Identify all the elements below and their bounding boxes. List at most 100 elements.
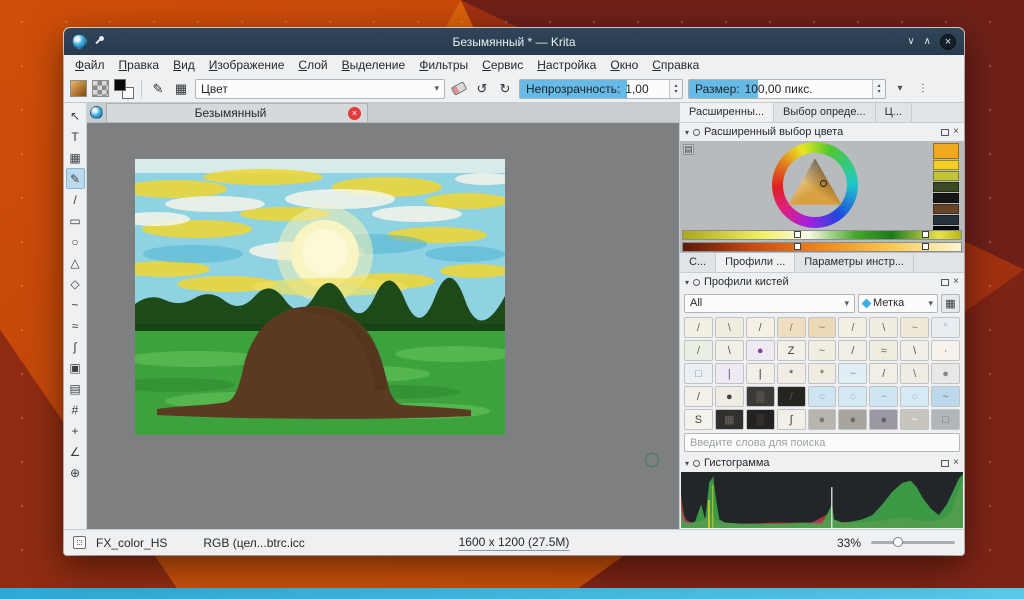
- brush-preset-44[interactable]: □: [931, 409, 960, 430]
- blending-mode-dropdown[interactable]: Цвет ▾: [195, 78, 445, 99]
- text-tool[interactable]: T: [66, 126, 85, 147]
- brush-preset-3[interactable]: /: [776, 317, 806, 338]
- brush-preset-17[interactable]: ·: [931, 340, 960, 361]
- brush-preset-39[interactable]: ∫: [776, 409, 806, 430]
- brush-preset-6[interactable]: \: [869, 317, 899, 338]
- brush-preset-1[interactable]: \: [714, 317, 744, 338]
- opacity-slider[interactable]: Непрозрачность: 1,00 ▴ ▾: [519, 78, 683, 99]
- menu-item-7[interactable]: Сервис: [475, 55, 530, 75]
- line-tool[interactable]: /: [66, 189, 85, 210]
- size-spinner[interactable]: ▴ ▾: [872, 79, 885, 98]
- brush-preset-27[interactable]: /: [684, 386, 713, 407]
- menu-item-9[interactable]: Окно: [603, 55, 645, 75]
- menu-item-3[interactable]: Изображение: [202, 55, 292, 75]
- spin-down-icon[interactable]: ▾: [674, 89, 677, 95]
- polyline-tool[interactable]: ◇: [66, 273, 85, 294]
- shade-gradient-bar-1[interactable]: [682, 230, 962, 240]
- float-docker-icon[interactable]: [941, 128, 950, 136]
- docker-mid-tab-0[interactable]: С...: [680, 253, 717, 272]
- color-picker-tool[interactable]: ⊕: [66, 462, 85, 483]
- brush-preset-21[interactable]: *: [776, 363, 806, 384]
- close-window-button[interactable]: ×: [940, 33, 956, 50]
- brush-preset-37[interactable]: ▦: [714, 409, 744, 430]
- krita-app-icon[interactable]: [72, 34, 87, 49]
- brush-preset-12[interactable]: Z: [776, 340, 806, 361]
- brush-preset-42[interactable]: ●: [869, 409, 899, 430]
- docker-top-tab-0[interactable]: Расширенны...: [680, 103, 775, 122]
- move-tool[interactable]: +: [66, 420, 85, 441]
- histogram-docker-header[interactable]: ▾ Гистограмма ×: [680, 454, 964, 472]
- brush-preset-16[interactable]: \: [900, 340, 930, 361]
- brush-preset-22[interactable]: *: [807, 363, 837, 384]
- selector-settings-icon[interactable]: ▤: [683, 144, 694, 155]
- docker-lock-icon[interactable]: [693, 128, 701, 136]
- maximize-window-button[interactable]: ∧: [924, 36, 931, 47]
- brush-preset-29[interactable]: ▒: [745, 386, 775, 407]
- canvas-painting[interactable]: [115, 159, 515, 435]
- brush-preset-4[interactable]: ~: [807, 317, 837, 338]
- brush-preset-0[interactable]: /: [684, 317, 713, 338]
- gradient-marker[interactable]: [794, 243, 802, 250]
- reload-preset-button[interactable]: ↺: [473, 79, 491, 99]
- brush-editor-icon[interactable]: ✎: [149, 79, 167, 99]
- opacity-spinner[interactable]: ▴ ▾: [669, 79, 682, 98]
- brush-preset-43[interactable]: ~: [900, 409, 930, 430]
- history-swatch-1[interactable]: [933, 160, 959, 170]
- brush-preset-13[interactable]: ~: [807, 340, 837, 361]
- menu-item-1[interactable]: Правка: [112, 55, 167, 75]
- brush-presets-docker-header[interactable]: ▾ Профили кистей ×: [680, 273, 964, 291]
- menu-item-5[interactable]: Выделение: [335, 55, 413, 75]
- brush-preset-35[interactable]: ~: [931, 386, 960, 407]
- docker-lock-icon[interactable]: [693, 459, 701, 467]
- zoom-slider[interactable]: [871, 537, 955, 547]
- brush-preset-32[interactable]: ○: [838, 386, 868, 407]
- rectangle-tool[interactable]: ▭: [66, 210, 85, 231]
- brush-preset-38[interactable]: ▒: [745, 409, 775, 430]
- brush-preset-14[interactable]: /: [838, 340, 868, 361]
- view-mode-button[interactable]: ▦: [941, 293, 960, 313]
- color-profile-label[interactable]: RGB (цел...btrc.icc: [203, 536, 304, 550]
- menu-item-2[interactable]: Вид: [166, 55, 202, 75]
- docker-lock-icon[interactable]: [693, 278, 701, 286]
- history-swatch-2[interactable]: [933, 171, 959, 181]
- selection-indicator-icon[interactable]: [73, 536, 86, 549]
- pin-icon[interactable]: [94, 36, 105, 47]
- crop-tool[interactable]: #: [66, 399, 85, 420]
- brush-preset-2[interactable]: /: [745, 317, 775, 338]
- redo-icon-button[interactable]: ↻: [496, 79, 514, 99]
- toolbar-overflow-icon[interactable]: ⋮: [914, 79, 932, 99]
- spin-down-icon[interactable]: ▾: [877, 89, 880, 95]
- history-swatch-6[interactable]: [933, 215, 959, 225]
- brush-preset-5[interactable]: /: [838, 317, 868, 338]
- gradient-tool[interactable]: ▤: [66, 378, 85, 399]
- foreground-background-colors[interactable]: [114, 78, 134, 99]
- docker-top-tab-1[interactable]: Выбор опреде...: [774, 103, 876, 122]
- brush-preset-25[interactable]: \: [900, 363, 930, 384]
- brush-preset-9[interactable]: /: [684, 340, 713, 361]
- brush-preset-23[interactable]: ~: [838, 363, 868, 384]
- bezier-curve-tool[interactable]: ~: [66, 294, 85, 315]
- measure-tool[interactable]: ∠: [66, 441, 85, 462]
- float-docker-icon[interactable]: [941, 459, 950, 467]
- float-docker-icon[interactable]: [941, 278, 950, 286]
- toolbar-extra-chevron-icon[interactable]: ▾: [891, 79, 909, 99]
- advanced-color-selector[interactable]: ▤: [680, 141, 964, 253]
- gradient-marker[interactable]: [794, 231, 802, 238]
- collapse-icon[interactable]: ▾: [685, 278, 689, 287]
- shade-gradient-bar-2[interactable]: [682, 242, 962, 252]
- history-swatch-4[interactable]: [933, 193, 959, 203]
- tag-assign-dropdown[interactable]: Метка ▾: [858, 293, 938, 313]
- history-swatch-3[interactable]: [933, 182, 959, 192]
- brush-preset-15[interactable]: ≈: [869, 340, 899, 361]
- shade-window-button[interactable]: ∨: [907, 36, 914, 47]
- brush-preset-11[interactable]: ●: [745, 340, 775, 361]
- brush-preset-31[interactable]: ○: [807, 386, 837, 407]
- menu-item-8[interactable]: Настройка: [530, 55, 603, 75]
- brush-preset-8[interactable]: °: [931, 317, 960, 338]
- brush-preset-24[interactable]: /: [869, 363, 899, 384]
- brush-preset-18[interactable]: □: [684, 363, 713, 384]
- brush-preset-34[interactable]: ○: [900, 386, 930, 407]
- document-tab[interactable]: Безымянный ×: [106, 103, 368, 122]
- brush-preset-10[interactable]: \: [714, 340, 744, 361]
- eraser-mode-button[interactable]: [450, 79, 468, 99]
